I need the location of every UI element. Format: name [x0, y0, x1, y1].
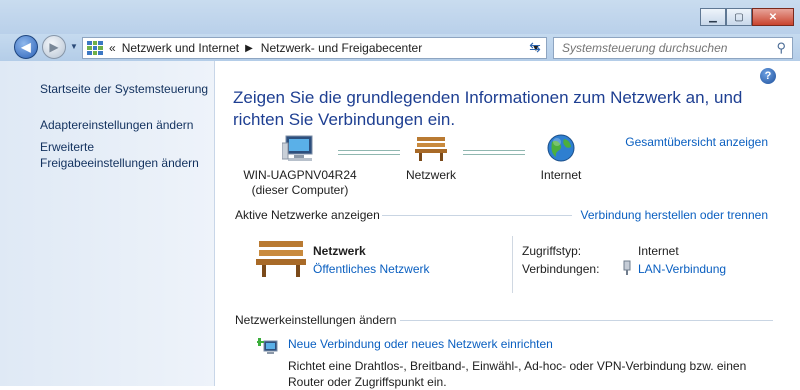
breadcrumb-freigabecenter[interactable]: Netzwerk- und Freigabecenter: [261, 41, 422, 55]
active-network-name: Netzwerk: [313, 244, 366, 258]
maximize-icon[interactable]: ▢: [726, 8, 752, 26]
control-panel-icon: [87, 41, 103, 55]
back-button[interactable]: ◀: [14, 35, 38, 59]
new-connection-icon: [257, 338, 278, 354]
connections-label: Verbindungen:: [522, 262, 600, 276]
search-input[interactable]: [560, 40, 764, 56]
sidebar-item-home[interactable]: Startseite der Systemsteuerung: [40, 81, 208, 97]
address-bar[interactable]: « Netzwerk und Internet ▶ Netzwerk- und …: [82, 37, 547, 59]
sidebar-item-advanced-sharing[interactable]: Erweiterte Freigabeeinstellungen ändern: [40, 139, 199, 171]
new-connection-link[interactable]: Neue Verbindung oder neues Netzwerk einr…: [288, 337, 553, 351]
bench-large-icon: [256, 241, 306, 277]
section-divider: [382, 215, 572, 216]
close-icon[interactable]: ✕: [752, 8, 794, 26]
network-type-link[interactable]: Öffentliches Netzwerk: [313, 262, 430, 276]
history-dropdown-icon[interactable]: ▼: [70, 42, 78, 51]
navigation-bar: ◀ ▶ ▼ « Netzwerk und Internet ▶ Netzwerk…: [0, 34, 800, 61]
globe-icon: [547, 134, 575, 162]
refresh-icon[interactable]: ⇆: [523, 37, 547, 57]
minimize-icon[interactable]: ▁: [700, 8, 726, 26]
internet-label: Internet: [540, 168, 582, 182]
active-networks-title: Aktive Netzwerke anzeigen: [235, 208, 380, 222]
connection-line-1: [338, 150, 400, 155]
computer-icon: [281, 135, 313, 161]
network-node[interactable]: Netzwerk: [400, 133, 462, 182]
computer-node[interactable]: WIN-UAGPNV04R24 (dieser Computer): [239, 133, 361, 198]
back-arrow-icon: ◀: [21, 40, 31, 54]
main-content: ? Zeigen Sie die grundlegenden Informati…: [215, 61, 800, 389]
breadcrumb-separator-icon[interactable]: ▶: [245, 43, 253, 54]
settings-divider: [400, 320, 773, 321]
breadcrumb-netzwerk-internet[interactable]: Netzwerk und Internet: [122, 41, 239, 55]
help-icon[interactable]: ?: [760, 68, 776, 84]
computer-label: WIN-UAGPNV04R24 (dieser Computer): [243, 168, 357, 197]
title-bar: ▁ ▢ ✕: [0, 0, 800, 34]
lan-connection-icon: [622, 260, 632, 279]
search-icon[interactable]: ⚲: [776, 40, 786, 56]
breadcrumb-overflow[interactable]: «: [109, 41, 116, 55]
bench-icon: [415, 137, 447, 161]
access-type-value: Internet: [638, 244, 679, 258]
new-connection-description: Richtet eine Drahtlos-, Breitband-, Einw…: [288, 359, 747, 389]
lan-connection-link[interactable]: LAN-Verbindung: [638, 262, 726, 276]
overview-link[interactable]: Gesamtübersicht anzeigen: [625, 135, 768, 149]
sidebar-item-adapter-settings[interactable]: Adaptereinstellungen ändern: [40, 117, 193, 133]
sidebar: Startseite der Systemsteuerung Adapterei…: [0, 61, 215, 386]
network-settings-title: Netzwerkeinstellungen ändern: [235, 313, 397, 327]
page-title: Zeigen Sie die grundlegenden Information…: [233, 88, 743, 129]
connect-disconnect-link[interactable]: Verbindung herstellen oder trennen: [581, 208, 768, 222]
window-controls: ▁ ▢ ✕: [700, 8, 794, 26]
access-type-label: Zugriffstyp:: [522, 244, 582, 258]
connection-line-2: [463, 150, 525, 155]
forward-arrow-icon: ▶: [49, 40, 59, 54]
search-box[interactable]: ⚲: [553, 37, 793, 59]
forward-button[interactable]: ▶: [42, 35, 66, 59]
vertical-divider: [512, 236, 513, 293]
network-label: Netzwerk: [405, 168, 456, 182]
internet-node[interactable]: Internet: [525, 133, 597, 182]
